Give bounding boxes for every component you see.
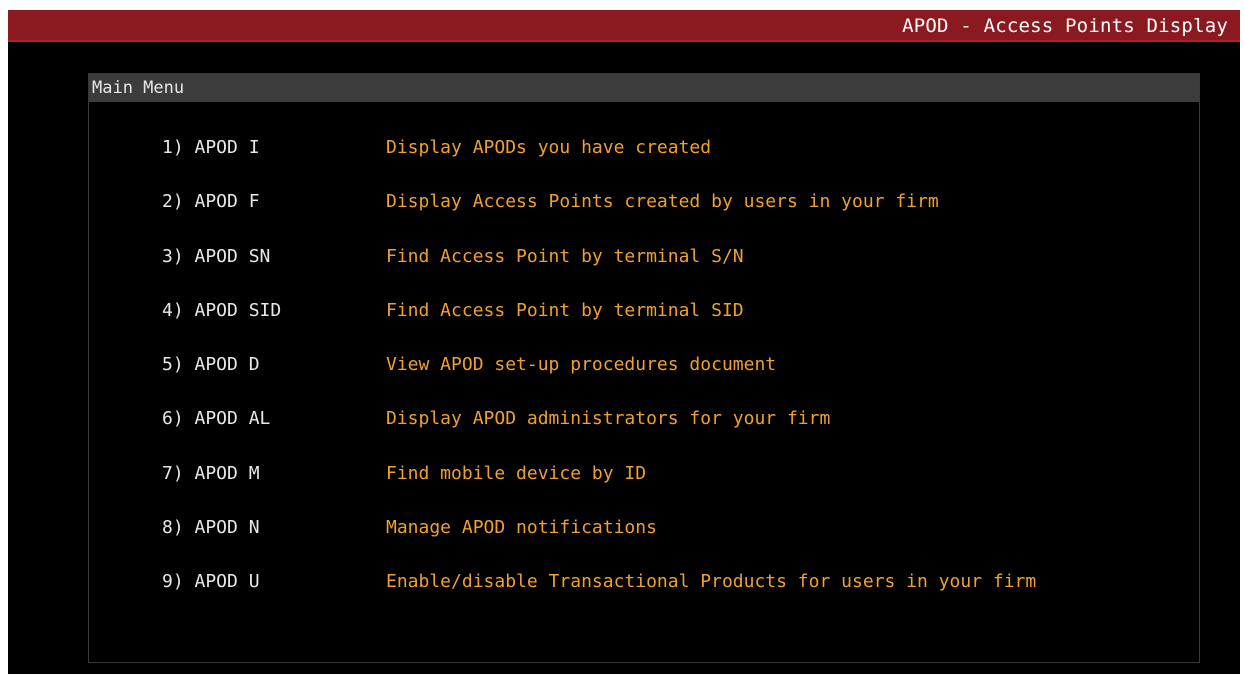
terminal-screen: APOD - Access Points Display Main Menu 1…: [8, 10, 1240, 674]
menu-item-description[interactable]: View APOD set-up procedures document: [386, 354, 776, 375]
menu-item-command[interactable]: 9) APOD U: [162, 571, 260, 592]
menu-header: Main Menu: [89, 74, 1199, 102]
menu-item-apod-f[interactable]: 2) APOD F Display Access Points created …: [89, 191, 1199, 245]
menu-item-command[interactable]: 7) APOD M: [162, 463, 260, 484]
menu-item-description[interactable]: Enable/disable Transactional Products fo…: [386, 571, 1036, 592]
menu-item-description[interactable]: Display Access Points created by users i…: [386, 191, 939, 212]
menu-list: 1) APOD I Display APODs you have created…: [89, 137, 1199, 626]
menu-item-command[interactable]: 3) APOD SN: [162, 246, 270, 267]
menu-item-command[interactable]: 2) APOD F: [162, 191, 260, 212]
menu-item-description[interactable]: Find Access Point by terminal SID: [386, 300, 744, 321]
menu-item-command[interactable]: 8) APOD N: [162, 517, 260, 538]
menu-item-description[interactable]: Find Access Point by terminal S/N: [386, 246, 744, 267]
menu-item-command[interactable]: 1) APOD I: [162, 137, 260, 158]
menu-item-command[interactable]: 6) APOD AL: [162, 408, 270, 429]
menu-item-command[interactable]: 5) APOD D: [162, 354, 260, 375]
menu-item-apod-u[interactable]: 9) APOD U Enable/disable Transactional P…: [89, 571, 1199, 625]
menu-item-apod-m[interactable]: 7) APOD M Find mobile device by ID: [89, 463, 1199, 517]
menu-item-apod-d[interactable]: 5) APOD D View APOD set-up procedures do…: [89, 354, 1199, 408]
menu-item-apod-n[interactable]: 8) APOD N Manage APOD notifications: [89, 517, 1199, 571]
menu-item-description[interactable]: Find mobile device by ID: [386, 463, 646, 484]
title-bar: APOD - Access Points Display: [8, 10, 1240, 42]
menu-item-apod-al[interactable]: 6) APOD AL Display APOD administrators f…: [89, 408, 1199, 462]
menu-header-label: Main Menu: [92, 78, 185, 98]
main-menu-panel: Main Menu 1) APOD I Display APODs you ha…: [88, 73, 1200, 663]
menu-item-description[interactable]: Manage APOD notifications: [386, 517, 657, 538]
menu-item-description[interactable]: Display APODs you have created: [386, 137, 711, 158]
menu-item-command[interactable]: 4) APOD SID: [162, 300, 281, 321]
menu-item-apod-sn[interactable]: 3) APOD SN Find Access Point by terminal…: [89, 246, 1199, 300]
menu-item-description[interactable]: Display APOD administrators for your fir…: [386, 408, 830, 429]
menu-item-apod-sid[interactable]: 4) APOD SID Find Access Point by termina…: [89, 300, 1199, 354]
window-title: APOD - Access Points Display: [902, 15, 1228, 37]
menu-item-apod-i[interactable]: 1) APOD I Display APODs you have created: [89, 137, 1199, 191]
